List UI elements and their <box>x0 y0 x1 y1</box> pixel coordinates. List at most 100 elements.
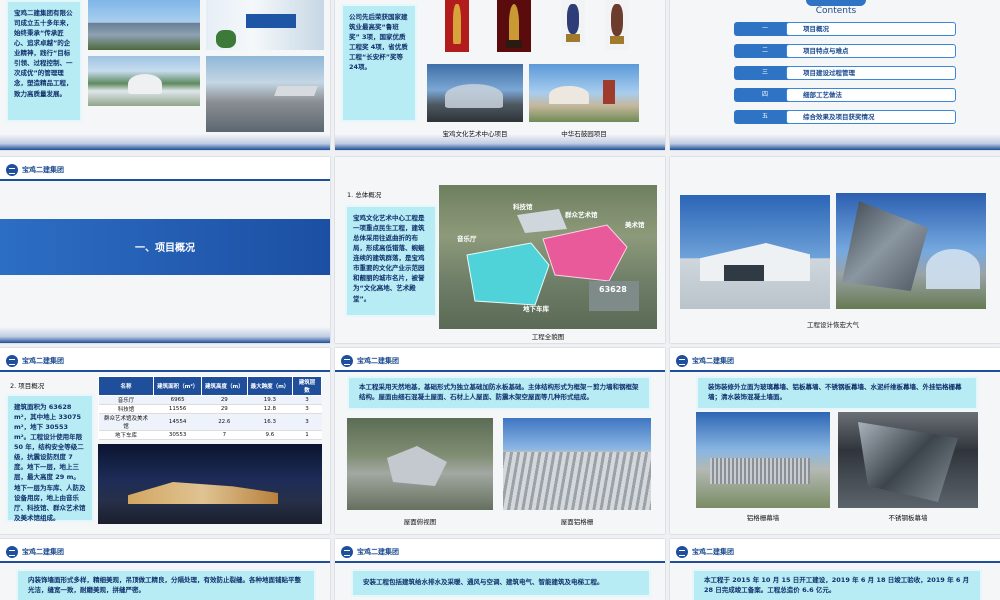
aluminum-grille-caption: 铝格栅幕墙 <box>746 514 780 522</box>
intro-text-box: 宝鸡二建集团有限公司成立五十多年来，始终秉承“传承匠心、追求卓越”的企业精神，践… <box>6 0 82 122</box>
slide-contents[interactable]: Contents 一 项目概况 二 项目特点与难点 三 项目建设过程管理 四 细… <box>670 0 1000 150</box>
label-music-hall: 音乐厅 <box>457 235 477 243</box>
cell: 3 <box>292 404 322 414</box>
cell: 群众艺术馆及美术馆 <box>98 413 154 431</box>
slide-header: 宝鸡二建集团 <box>0 539 330 563</box>
night-rendering-photo <box>98 444 322 524</box>
installation-text-box: 安装工程包括建筑给水排水及采暖、通风与空调、建筑电气、智能建筑及电梯工程。 <box>351 569 651 597</box>
design-caption: 工程设计恢宏大气 <box>807 321 859 329</box>
slide-project-specs[interactable]: 宝鸡二建集团 2. 项目概况 建筑面积为 63628 m²，其中地上 33075… <box>0 348 330 534</box>
slide-interior[interactable]: 宝鸡二建集团 内装饰墙面形式多样，精细美观，吊顶做工精良，分隔处理，有效防止裂缝… <box>0 539 330 600</box>
science-museum-shape <box>517 209 567 233</box>
cell: 29 <box>201 404 248 414</box>
slide-header: 宝鸡二建集团 <box>670 348 1000 372</box>
company-logo: 宝鸡二建集团 <box>676 355 734 367</box>
roof-grille-caption: 屋面铝格栅 <box>560 518 594 526</box>
trophy-vase-2-photo <box>605 0 629 50</box>
specs-subtitle: 2. 项目概况 <box>10 382 45 390</box>
slide-installation[interactable]: 宝鸡二建集团 安装工程包括建筑给水排水及采暖、通风与空调、建筑电气、智能建筑及电… <box>335 539 665 600</box>
logo-mark-icon <box>6 164 18 176</box>
section-title-band: 一、项目概况 <box>0 219 330 275</box>
slide-header: 宝鸡二建集团 <box>670 539 1000 563</box>
slide-schedule[interactable]: 宝鸡二建集团 本工程于 2015 年 10 月 15 日开工建设，2019 年 … <box>670 539 1000 600</box>
toc-label: 细部工艺做法 <box>786 88 956 102</box>
culture-center-project-photo <box>427 64 523 122</box>
area-tag: 63628 <box>599 285 627 294</box>
roof-aerial-caption: 屋面俯视图 <box>403 518 437 526</box>
logo-mark-icon <box>341 546 353 558</box>
header-rule <box>0 561 330 563</box>
table-row: 音乐厅 6965 29 19.3 3 <box>98 395 322 405</box>
label-science-museum: 科技馆 <box>513 203 533 211</box>
slide-facade[interactable]: 宝鸡二建集团 装饰装修外立面为玻璃幕墙、铝板幕墙、不锈钢板幕墙、水泥纤维板幕墙、… <box>670 348 1000 534</box>
slide-general-overview[interactable]: 1. 总体概况 宝鸡文化艺术中心工程是一项重点民生工程，建筑总体采用往返曲折的布… <box>335 157 665 343</box>
company-logo: 宝鸡二建集团 <box>6 164 64 176</box>
logo-mark-icon <box>676 546 688 558</box>
toc-label: 项目概况 <box>786 22 956 36</box>
contents-heading: Contents <box>815 6 857 16</box>
company-logo: 宝鸡二建集团 <box>341 355 399 367</box>
header-rule <box>670 561 1000 563</box>
cell: 7 <box>201 430 248 440</box>
specs-text-box: 建筑面积为 63628 m²，其中地上 33075 m²，地下 30553 m²… <box>6 394 94 522</box>
art-gallery-shape <box>542 224 628 282</box>
cell: 11556 <box>153 404 202 414</box>
structure-text-box: 本工程采用天然地基，基础形式为独立基础加防水板基础。主体结构形式为框架－剪力墙和… <box>347 376 651 410</box>
col-floors: 建筑层数 <box>292 376 322 396</box>
header-rule <box>0 370 330 372</box>
company-logo: 宝鸡二建集团 <box>341 546 399 558</box>
table-row: 群众艺术馆及美术馆 14554 22.6 16.3 3 <box>98 413 322 431</box>
specs-table-header: 名称 建筑面积（m²） 建筑高度（m） 最大跨度（m） 建筑层数 <box>97 376 322 396</box>
slide-footer-wave <box>0 134 330 150</box>
steel-panel-wall-photo <box>838 412 978 508</box>
cell: 14554 <box>153 413 202 431</box>
overview-text-box: 宝鸡文化艺术中心工程是一项重点民生工程，建筑总体采用往返曲折的布局，形成高低错落… <box>345 205 437 317</box>
roof-aerial-photo <box>347 418 493 510</box>
cell: 地下车库 <box>98 430 154 440</box>
slide-design-photos[interactable]: 工程设计恢宏大气 <box>670 157 1000 343</box>
slide-company-intro[interactable]: 宝鸡二建集团有限公司成立五十多年来，始终秉承“传承匠心、追求卓越”的企业精神，践… <box>0 0 330 150</box>
slide-section-overview[interactable]: 宝鸡二建集团 一、项目概况 <box>0 157 330 343</box>
header-rule <box>0 179 330 181</box>
company-logo: 宝鸡二建集团 <box>676 546 734 558</box>
trophy-gold-figure-photo <box>497 0 531 52</box>
interior-text: 内装饰墙面形式多样，精细美观，吊顶做工精良，分隔处理，有效防止裂缝。各种地面铺贴… <box>28 576 301 595</box>
city-skyline-photo <box>206 56 324 132</box>
slide-footer-wave <box>0 327 330 343</box>
logo-mark-icon <box>6 355 18 367</box>
col-area: 建筑面积（m²） <box>153 376 203 396</box>
cell: 30553 <box>153 430 202 440</box>
aluminum-grille-wall-photo <box>696 412 830 508</box>
cell: 6965 <box>153 395 202 405</box>
roof-grille-photo <box>503 418 651 510</box>
company-logo: 宝鸡二建集团 <box>6 355 64 367</box>
steel-panel-caption: 不锈钢板幕墙 <box>888 514 928 522</box>
cell: 9.6 <box>247 430 293 440</box>
toc-label: 项目特点与难点 <box>786 44 956 58</box>
cell: 3 <box>292 413 322 431</box>
cell: 3 <box>292 395 322 405</box>
structure-text: 本工程采用天然地基，基础形式为独立基础加防水板基础。主体结构形式为框架－剪力墙和… <box>359 383 639 402</box>
label-art-gallery: 美术馆 <box>625 221 645 229</box>
schedule-text-box: 本工程于 2015 年 10 月 15 日开工建设，2019 年 6 月 18 … <box>692 569 982 600</box>
cell: 29 <box>201 395 248 405</box>
trophy-red-photo <box>445 0 469 52</box>
table-row: 科技馆 11556 29 12.8 3 <box>98 404 322 414</box>
slide-structure[interactable]: 宝鸡二建集团 本工程采用天然地基，基础形式为独立基础加防水板基础。主体结构形式为… <box>335 348 665 534</box>
company-name: 宝鸡二建集团 <box>22 166 64 174</box>
company-name: 宝鸡二建集团 <box>357 548 399 556</box>
label-mass-art-museum: 群众艺术馆 <box>565 211 598 219</box>
cell: 12.8 <box>247 404 293 414</box>
toc-label: 综合效果及项目获奖情况 <box>786 110 956 124</box>
slide-footer-wave <box>335 134 665 150</box>
logo-mark-icon <box>6 546 18 558</box>
col-span: 最大跨度（m） <box>246 376 294 396</box>
section-title: 一、项目概况 <box>135 243 195 254</box>
company-name: 宝鸡二建集团 <box>22 357 64 365</box>
facade-text-box: 装饰装修外立面为玻璃幕墙、铝板幕墙、不锈钢板幕墙、水泥纤维板幕墙、外挂铝格栅幕墙… <box>696 376 978 410</box>
slide-awards[interactable]: 公司先后荣获国家建筑业最高奖“鲁班奖” 3项，国家优质工程奖 4项，省优质工程“… <box>335 0 665 150</box>
facade-text: 装饰装修外立面为玻璃幕墙、铝板幕墙、不锈钢板幕墙、水泥纤维板幕墙、外挂铝格栅幕墙… <box>708 383 962 402</box>
slide-header: 宝鸡二建集团 <box>335 539 665 563</box>
label-underground-garage: 地下车库 <box>523 305 549 313</box>
overview-text: 宝鸡文化艺术中心工程是一项重点民生工程，建筑总体采用往返曲折的布局，形成高低错落… <box>353 214 425 303</box>
